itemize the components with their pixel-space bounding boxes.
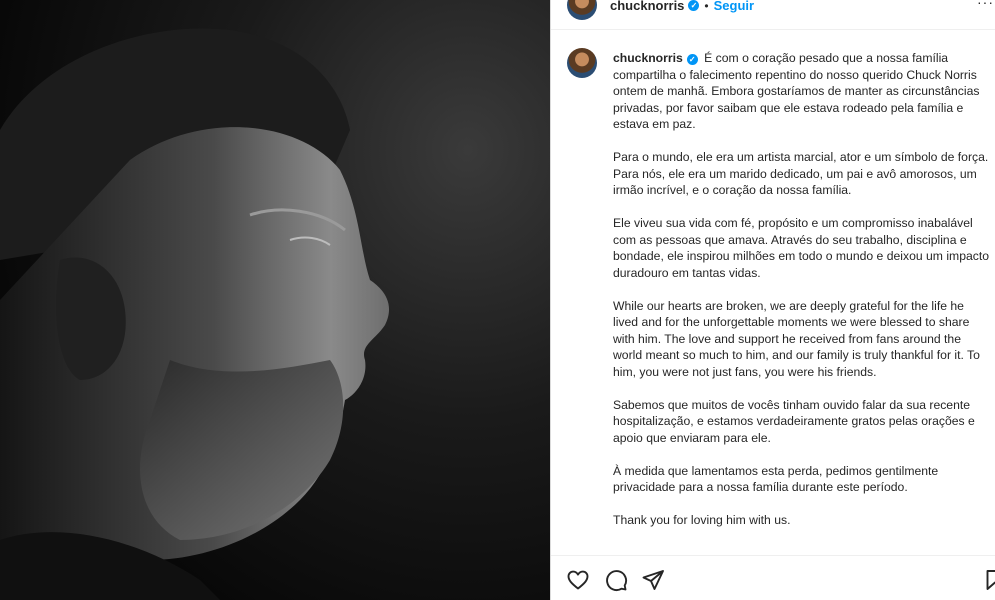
post-header: chucknorris ✓ • Seguir ··· [551, 0, 995, 30]
author-avatar[interactable] [567, 0, 597, 20]
caption-paragraph: Para o mundo, ele era um artista marcial… [613, 150, 989, 197]
post-detail-panel: chucknorris ✓ • Seguir ··· chucknorris ✓ … [550, 0, 995, 600]
heart-icon[interactable] [566, 568, 590, 592]
comment-icon[interactable] [604, 568, 628, 592]
caption-paragraph: À medida que lamentamos esta perda, pedi… [613, 463, 939, 495]
caption-paragraph: Sabemos que muitos de vocês tinham ouvid… [613, 397, 975, 445]
caption-paragraph: Ele viveu sua vida com fé, propósito e u… [613, 216, 990, 280]
post-photo[interactable] [0, 0, 550, 600]
caption-avatar[interactable] [567, 48, 597, 78]
caption-paragraph: While our hearts are broken, we are deep… [613, 298, 980, 379]
post-caption: chucknorris ✓ É com o coração pesado que … [613, 50, 991, 545]
follow-button[interactable]: Seguir [714, 0, 754, 13]
verified-badge-icon: ✓ [688, 0, 700, 11]
author-username[interactable]: chucknorris [610, 0, 684, 13]
more-options-icon[interactable]: ··· [977, 0, 994, 10]
separator-dot: • [704, 0, 709, 13]
bookmark-icon[interactable] [983, 568, 995, 592]
action-bar [551, 555, 995, 600]
share-icon[interactable] [641, 568, 665, 592]
verified-badge-icon: ✓ [686, 54, 698, 65]
caption-username[interactable]: chucknorris [613, 51, 683, 65]
caption-scroll-area[interactable]: chucknorris ✓ É com o coração pesado que … [551, 30, 995, 555]
caption-paragraph: Thank you for loving him with us. [613, 513, 791, 527]
portrait-image [0, 0, 550, 600]
